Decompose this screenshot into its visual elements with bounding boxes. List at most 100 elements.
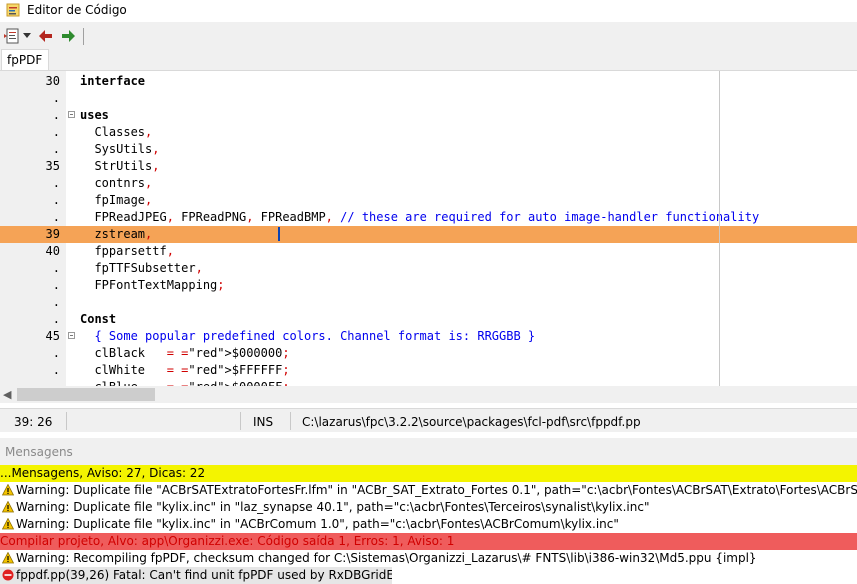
message-text: Warning: Duplicate file "kylix.inc" in "… [16,500,650,514]
fold-toggle-icon[interactable] [68,111,75,118]
code-line[interactable]: . clWhite = ="red">$FFFFFF; [0,362,857,379]
warning-message[interactable]: Warning: Duplicate file "ACBrSATExtratoF… [0,482,857,499]
code-text: fpTTFSubsetter, [80,261,203,275]
code-text: Const [80,312,117,326]
line-number: . [52,125,60,139]
warning-icon [1,483,15,496]
tab-bar: fpPDF [0,49,857,70]
code-line[interactable]: . [0,90,857,107]
code-text: SysUtils, [80,142,160,156]
window-title: Editor de Código [27,3,127,17]
line-number: . [52,176,60,190]
code-line[interactable]: 45 { Some popular predefined colors. Cha… [0,328,857,345]
code-text: Classes, [80,125,153,139]
title-bar: Editor de Código [0,0,857,22]
cursor-position: 39: 26 [14,415,53,429]
file-path: C:\lazarus\fpc\3.2.2\source\packages\fcl… [302,415,641,429]
scrollbar-thumb[interactable] [17,388,155,401]
messages-title: Mensagens [5,445,73,459]
scroll-left-arrow-icon[interactable]: ◀ [3,388,11,401]
message-text: Warning: Duplicate file "ACBrSATExtratoF… [16,483,857,497]
line-number: 39 [45,227,60,241]
message-text: ...Mensagens, Aviso: 27, Dicas: 22 [0,466,206,480]
warning-icon [1,551,15,564]
code-text: contnrs, [80,176,153,190]
code-line[interactable]: . fpTTFSubsetter, [0,260,857,277]
code-text: FPFontTextMapping; [80,278,225,292]
warning-icon [1,500,15,513]
code-line[interactable]: . SysUtils, [0,141,857,158]
editor-menu-icon[interactable] [3,27,21,45]
forward-arrow-icon[interactable] [59,27,77,45]
line-number: 40 [45,244,60,258]
warning-message[interactable]: Warning: Recompiling fpPDF, checksum cha… [0,550,857,567]
message-text: Compilar projeto, Alvo: app\Organizzi.ex… [0,534,455,548]
code-text: uses [80,108,109,122]
line-number: . [52,346,60,360]
code-line[interactable]: . FPReadJPEG, FPReadPNG, FPReadBMP, // t… [0,209,857,226]
message-text: Warning: Recompiling fpPDF, checksum cha… [16,551,757,565]
status-separator [290,412,291,430]
code-line[interactable]: . contnrs, [0,175,857,192]
dropdown-arrow-icon[interactable] [22,27,32,45]
code-line[interactable]: 30 interface [0,73,857,90]
code-text: fpparsettf, [80,244,174,258]
warning-icon [1,517,15,530]
insert-mode: INS [253,415,274,429]
line-number: . [52,278,60,292]
compile-error-header[interactable]: Compilar projeto, Alvo: app\Organizzi.ex… [0,533,857,550]
line-number: . [52,193,60,207]
code-text: { Some popular predefined colors. Channe… [80,329,536,343]
code-text: clWhite = ="red">$FFFFFF; [80,363,290,377]
back-arrow-icon[interactable] [37,27,55,45]
code-text: clBlack = ="red">$000000; [80,346,290,360]
warning-message[interactable]: Warning: Duplicate file "kylix.inc" in "… [0,499,857,516]
line-number: 45 [45,329,60,343]
code-line-current[interactable]: 39 zstream, [0,226,857,243]
right-margin-line [719,71,720,387]
code-line[interactable]: . clBlack = ="red">$000000; [0,345,857,362]
messages-list[interactable]: ...Mensagens, Aviso: 27, Dicas: 22 Warnin… [0,465,857,584]
code-text: fpImage, [80,193,153,207]
code-line[interactable]: . FPFontTextMapping; [0,277,857,294]
message-text: fppdf.pp(39,26) Fatal: Can't find unit f… [16,568,392,582]
error-icon [2,569,14,581]
code-line[interactable]: . uses [0,107,857,124]
code-text: zstream, [80,227,153,241]
code-line[interactable]: 35 StrUtils, [0,158,857,175]
code-text: interface [80,74,146,88]
messages-header: Mensagens [0,438,857,465]
status-separator [66,412,67,430]
line-number: . [52,363,60,377]
line-number: . [52,295,60,309]
fold-toggle-icon[interactable] [68,332,75,339]
fatal-error-message[interactable]: fppdf.pp(39,26) Fatal: Can't find unit f… [0,567,392,584]
text-caret [278,227,280,241]
code-line[interactable]: . Classes, [0,124,857,141]
line-number: . [52,261,60,275]
code-line[interactable]: . Const [0,311,857,328]
line-number: 30 [45,74,60,88]
toolbar-separator [83,28,84,45]
message-text: Warning: Duplicate file "kylix.inc" in "… [16,517,619,531]
tab-fppdf[interactable]: fpPDF [1,49,49,70]
line-number: . [52,312,60,326]
line-number: 35 [45,159,60,173]
code-line[interactable]: . [0,294,857,311]
line-number: . [52,108,60,122]
toolbar [0,22,857,50]
line-number: . [52,142,60,156]
code-editor[interactable]: 30 interface.. uses. Classes,. SysUtils, 35… [0,70,857,387]
app-icon [6,3,20,17]
horizontal-scrollbar[interactable]: ◀ [0,386,857,403]
code-line[interactable]: 40 fpparsettf, [0,243,857,260]
line-number: . [52,91,60,105]
code-text: FPReadJPEG, FPReadPNG, FPReadBMP, // the… [80,210,760,224]
warning-message[interactable]: Warning: Duplicate file "kylix.inc" in "… [0,516,857,533]
code-line[interactable]: . fpImage, [0,192,857,209]
status-separator [240,412,241,430]
line-number: . [52,210,60,224]
messages-summary[interactable]: ...Mensagens, Aviso: 27, Dicas: 22 [0,465,857,482]
status-bar: 39: 26 INS C:\lazarus\fpc\3.2.2\source\p… [0,408,857,433]
code-text: StrUtils, [80,159,160,173]
